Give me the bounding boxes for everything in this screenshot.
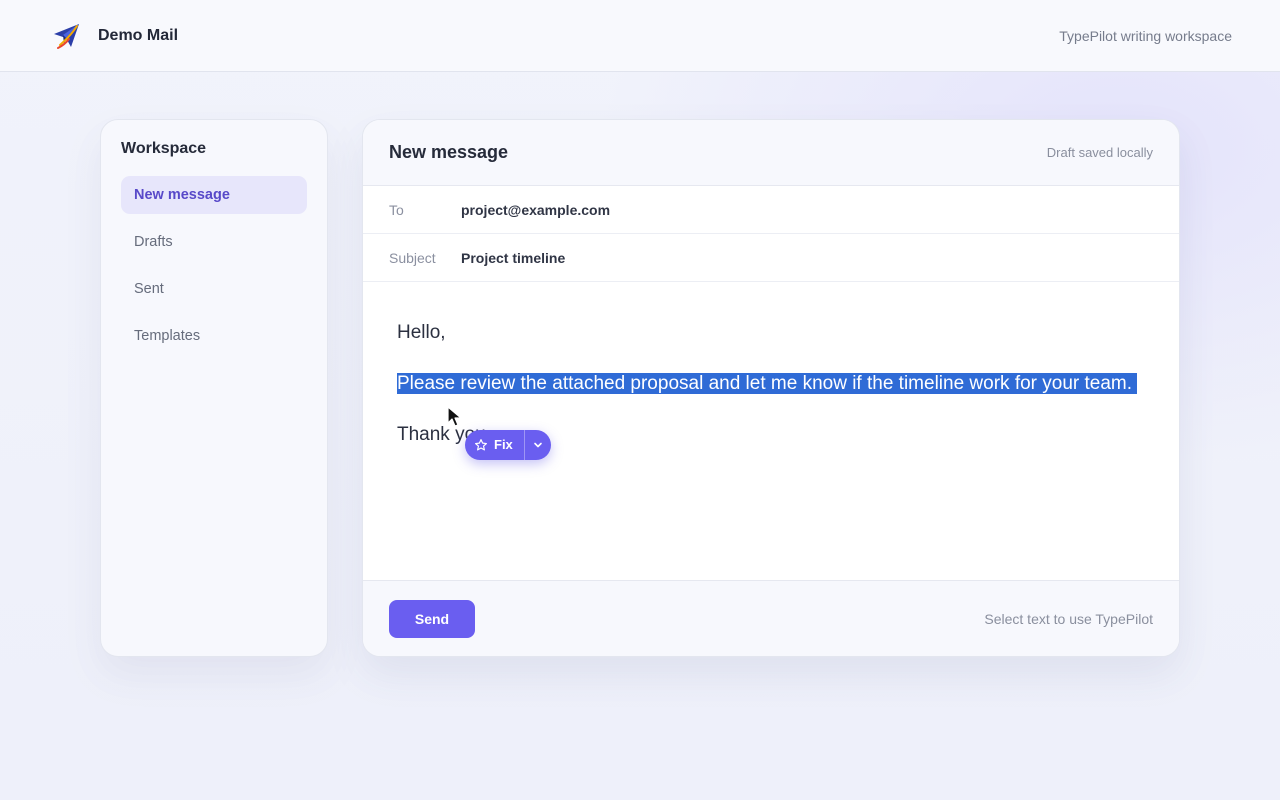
app-name: Demo Mail (98, 26, 179, 44)
star-icon (474, 439, 488, 451)
body-paragraph[interactable]: Please review the attached proposal and … (397, 367, 1145, 401)
selected-text[interactable]: Please review the attached proposal and … (397, 373, 1138, 394)
workspace-tagline: TypePilot writing workspace (1059, 27, 1232, 44)
body-greeting: Hello, (397, 322, 446, 343)
fix-label: Fix (494, 437, 513, 452)
sidebar-item-sent[interactable]: Sent (121, 270, 307, 308)
mouse-cursor-icon (447, 406, 462, 427)
footer-hint: Select text to use TypePilot (984, 610, 1153, 627)
sidebar-item-drafts[interactable]: Drafts (121, 223, 307, 261)
typepilot-fix-popup[interactable]: Fix (465, 430, 551, 460)
subject-field-row[interactable]: Subject Project timeline (363, 234, 1179, 282)
to-field-row[interactable]: To project@example.com (363, 186, 1179, 234)
top-bar: Demo Mail TypePilot writing workspace (0, 0, 1280, 72)
sidebar: Workspace New message Drafts Sent Templa… (100, 119, 328, 657)
subject-field[interactable]: Project timeline (461, 250, 565, 266)
send-button[interactable]: Send (389, 599, 475, 638)
subject-label: Subject (389, 249, 436, 266)
sidebar-title: Workspace (121, 140, 207, 157)
to-field[interactable]: project@example.com (461, 202, 610, 218)
draft-status: Draft saved locally (1046, 145, 1153, 160)
fix-button[interactable]: Fix (465, 430, 524, 460)
brand[interactable]: Demo Mail (52, 21, 178, 51)
sidebar-item-new-message[interactable]: New message (121, 176, 307, 214)
message-body-editor[interactable]: Hello, Please review the attached propos… (363, 282, 1179, 582)
to-label: To (389, 201, 404, 218)
composer-title: New message (389, 142, 509, 162)
chevron-down-icon (534, 442, 542, 448)
fix-options-button[interactable] (525, 430, 551, 460)
sidebar-item-templates[interactable]: Templates (121, 317, 307, 355)
composer-header: New message Draft saved locally (363, 120, 1179, 186)
paper-plane-logo-icon (54, 23, 79, 49)
message-composer: New message Draft saved locally To proje… (362, 119, 1180, 657)
composer-footer: Send Select text to use TypePilot (363, 580, 1179, 656)
